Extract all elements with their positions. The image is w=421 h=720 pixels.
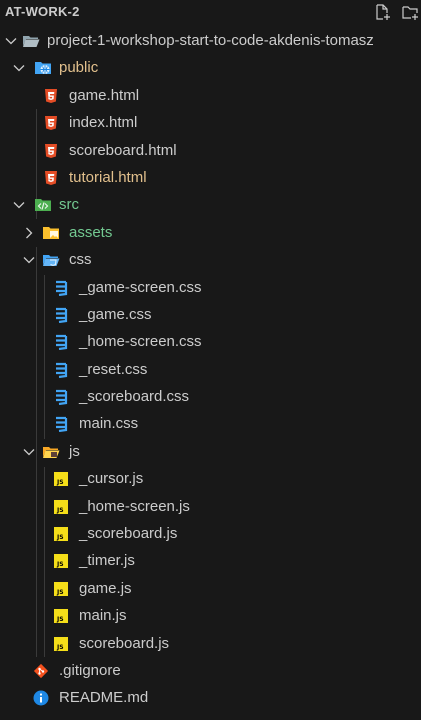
file-label: _scoreboard.css: [79, 388, 190, 406]
src-folder-icon: [34, 196, 52, 214]
explorer-panel: AT-WORK-2 project-1-workshop-start-to-co…: [0, 0, 421, 720]
file-label: scoreboard.html: [69, 141, 177, 159]
chevron-down-icon: [13, 202, 25, 209]
file-label: .gitignore: [59, 661, 121, 679]
header-actions: [371, 2, 421, 22]
file-item[interactable]: main.css: [0, 410, 421, 437]
css3-icon: [52, 279, 70, 297]
file-item[interactable]: _reset.css: [0, 356, 421, 383]
svg-text:JS: JS: [56, 644, 64, 651]
file-label: index.html: [69, 114, 138, 132]
file-tree: project-1-workshop-start-to-code-akdenis…: [0, 27, 421, 712]
svg-text:JS: JS: [56, 616, 64, 623]
folder-src[interactable]: src: [0, 191, 421, 218]
folder-open-icon: [22, 32, 40, 50]
file-label: _game.css: [79, 305, 152, 323]
file-label: main.js: [79, 607, 127, 625]
file-item[interactable]: _home-screen.css: [0, 328, 421, 355]
file-label: _home-screen.js: [79, 497, 190, 515]
assets-folder-icon: [42, 224, 60, 242]
js-icon: JS: [52, 635, 70, 653]
chevron-right-icon: [26, 227, 33, 239]
file-item[interactable]: JS scoreboard.js: [0, 630, 421, 657]
new-folder-icon[interactable]: [399, 2, 421, 22]
svg-text:JS: JS: [56, 534, 64, 541]
file-label: _cursor.js: [79, 470, 144, 488]
folder-label: js: [69, 442, 80, 460]
js-icon: JS: [52, 580, 70, 598]
file-item[interactable]: .gitignore: [0, 657, 421, 684]
folder-css[interactable]: css: [0, 246, 421, 273]
file-label: game.js: [79, 579, 132, 597]
js-icon: JS: [52, 552, 70, 570]
css3-icon: [52, 361, 70, 379]
folder-label: public: [59, 59, 99, 77]
new-file-icon[interactable]: [371, 2, 393, 22]
js-icon: JS: [52, 607, 70, 625]
svg-text:JS: JS: [56, 589, 64, 596]
svg-text:JS: JS: [56, 507, 64, 514]
file-item[interactable]: JS _home-screen.js: [0, 493, 421, 520]
file-item[interactable]: _game.css: [0, 301, 421, 328]
folder-assets[interactable]: assets: [0, 219, 421, 246]
svg-text:JS: JS: [56, 561, 64, 568]
file-label: scoreboard.js: [79, 634, 170, 652]
css3-icon: [52, 306, 70, 324]
file-item[interactable]: JS _timer.js: [0, 547, 421, 574]
html5-icon: [42, 87, 60, 105]
file-label: _timer.js: [79, 552, 135, 570]
chevron-down-icon: [5, 38, 17, 45]
folder-label: src: [59, 196, 79, 214]
explorer-header: AT-WORK-2: [0, 0, 421, 25]
css3-icon: [52, 388, 70, 406]
html5-icon: [42, 114, 60, 132]
js-icon: JS: [52, 498, 70, 516]
file-item[interactable]: tutorial.html: [0, 164, 421, 191]
folder-label: assets: [69, 223, 113, 241]
html5-icon: [42, 142, 60, 160]
file-item[interactable]: JS main.js: [0, 602, 421, 629]
file-item[interactable]: index.html: [0, 109, 421, 136]
chevron-down-icon: [23, 448, 35, 456]
folder-label: css: [69, 251, 92, 269]
git-icon: [32, 662, 50, 680]
html5-icon: [42, 169, 60, 187]
css-folder-icon: [42, 251, 60, 269]
file-item[interactable]: README.md: [0, 684, 421, 711]
file-item[interactable]: JS _cursor.js: [0, 465, 421, 492]
folder-js[interactable]: js: [0, 438, 421, 465]
file-label: tutorial.html: [69, 168, 147, 186]
file-item[interactable]: game.html: [0, 82, 421, 109]
file-item[interactable]: _scoreboard.css: [0, 383, 421, 410]
public-folder-icon: [34, 59, 52, 77]
file-item[interactable]: scoreboard.html: [0, 137, 421, 164]
file-item[interactable]: JS _scoreboard.js: [0, 520, 421, 547]
js-icon: JS: [52, 525, 70, 543]
file-label: game.html: [69, 86, 140, 104]
file-label: _reset.css: [79, 360, 148, 378]
file-item[interactable]: JS game.js: [0, 575, 421, 602]
css3-icon: [52, 415, 70, 433]
js-folder-icon: [42, 443, 60, 461]
folder-public[interactable]: public: [0, 54, 421, 81]
css3-icon: [52, 333, 70, 351]
tree-root-folder[interactable]: project-1-workshop-start-to-code-akdenis…: [0, 27, 421, 54]
chevron-down-icon: [23, 257, 35, 264]
svg-text:JS: JS: [56, 479, 64, 486]
file-label: _game-screen.css: [79, 278, 202, 296]
root-folder-label: project-1-workshop-start-to-code-akdenis…: [47, 32, 374, 49]
chevron-down-icon: [13, 65, 25, 72]
file-label: README.md: [59, 689, 149, 707]
file-label: _home-screen.css: [79, 333, 202, 351]
info-icon: [32, 689, 50, 707]
workspace-title[interactable]: AT-WORK-2: [5, 4, 80, 19]
file-label: main.css: [79, 415, 139, 433]
file-label: _scoreboard.js: [79, 525, 178, 543]
file-item[interactable]: _game-screen.css: [0, 274, 421, 301]
js-icon: JS: [52, 470, 70, 488]
